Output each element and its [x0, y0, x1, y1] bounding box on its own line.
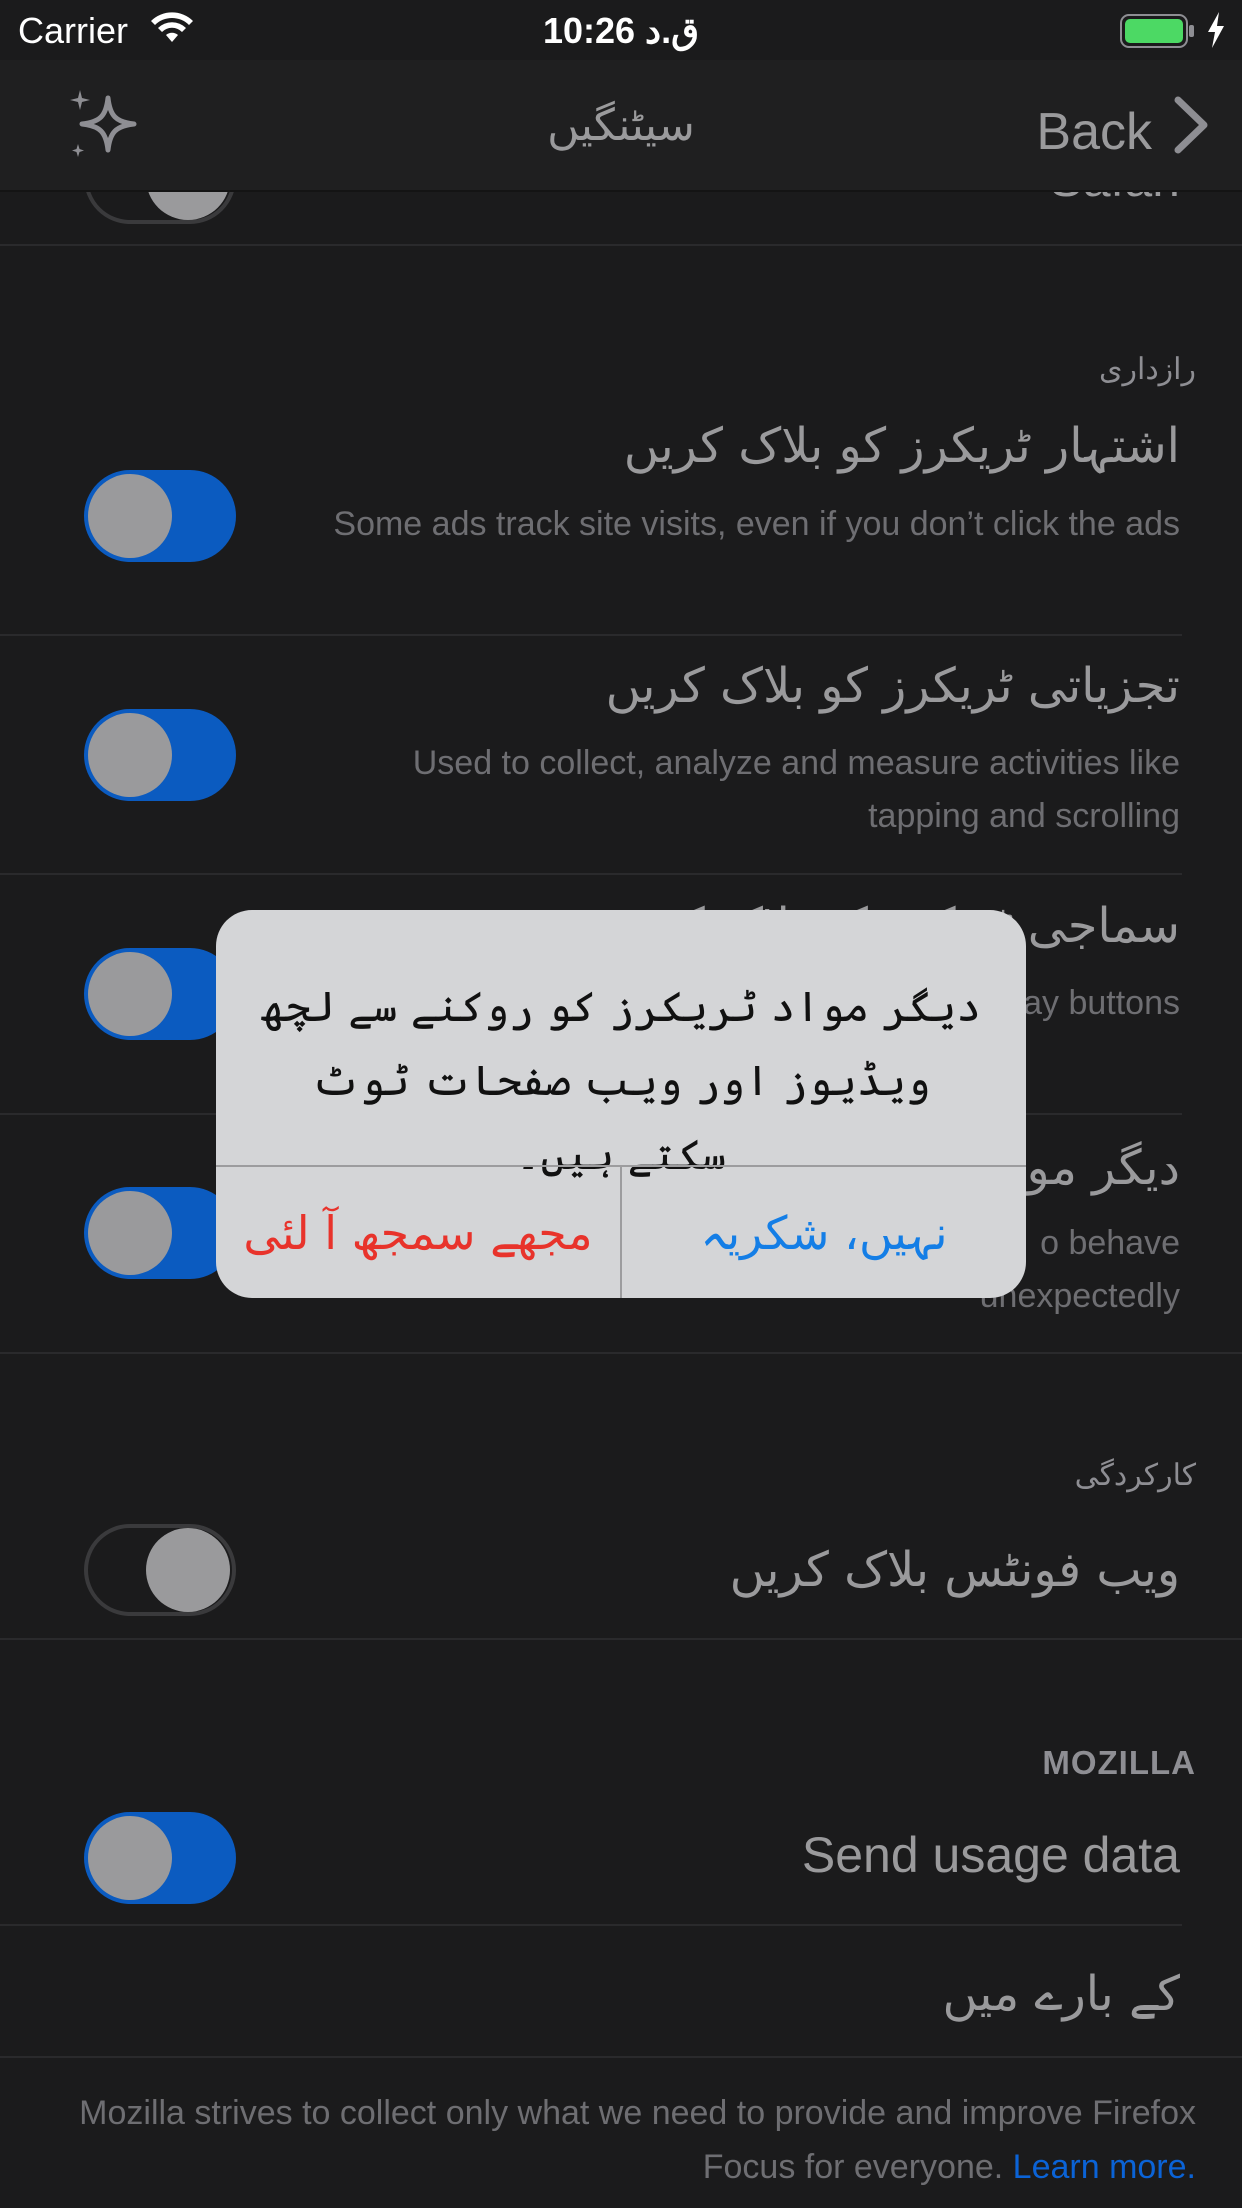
- block-analytics-trackers-title: تجزیاتی ٹریکرز کو بلاک کریں: [605, 658, 1180, 714]
- block-web-fonts-title: ویب فونٹس بلاک کریں: [729, 1542, 1180, 1598]
- alert-dialog: دیگر مواد ٹریکرز کو روکنے سے لچھ ویڈیوز …: [216, 910, 1026, 1298]
- back-label: Back: [1036, 102, 1152, 161]
- understand-button[interactable]: مجھے سمجھ آ لئی: [216, 1167, 620, 1298]
- block-analytics-trackers-subtitle: Used to collect, analyze and measure act…: [412, 744, 1180, 835]
- block-ad-trackers-title: اشتہار ٹریکرز کو بلاک کریں: [623, 418, 1180, 474]
- battery-icon: [1120, 14, 1196, 57]
- toggle-knob: [88, 713, 172, 797]
- alert-message: دیگر مواد ٹریکرز کو روکنے سے لچھ ویڈیوز …: [261, 982, 981, 1179]
- toggle-knob: [88, 952, 172, 1036]
- block-ad-trackers-toggle[interactable]: [84, 470, 236, 562]
- divider: [0, 1924, 1182, 1926]
- toggle-knob: [146, 1528, 230, 1612]
- navigation-bar: سیٹنگیں Back: [0, 60, 1242, 192]
- divider: [0, 244, 1242, 246]
- divider: [0, 873, 1182, 875]
- back-button[interactable]: Back: [1036, 96, 1208, 167]
- toggle-knob: [88, 1816, 172, 1900]
- send-usage-data-title: Send usage data: [801, 1827, 1180, 1883]
- mozilla-footer: Mozilla strives to collect only what we …: [40, 2086, 1196, 2194]
- status-time: 10:26 ق.د: [542, 10, 700, 51]
- learn-more-link[interactable]: Learn more.: [1013, 2148, 1196, 2186]
- toggle-knob: [88, 474, 172, 558]
- about-row[interactable]: کے بارے میں: [942, 1966, 1180, 2022]
- section-header-privacy: رازداری: [1099, 352, 1196, 387]
- divider: [0, 2056, 1242, 2058]
- status-bar: Carrier 10:26 ق.د: [0, 0, 1242, 60]
- divider: [0, 634, 1182, 636]
- charging-icon: [1206, 12, 1226, 57]
- no-thanks-button[interactable]: نہیں، شکریہ: [622, 1167, 1026, 1298]
- block-social-trackers-toggle[interactable]: [84, 948, 236, 1040]
- divider: [0, 1638, 1242, 1640]
- block-other-trackers-toggle[interactable]: [84, 1187, 236, 1279]
- block-ad-trackers-subtitle: Some ads track site visits, even if you …: [333, 505, 1180, 543]
- block-web-fonts-toggle[interactable]: [84, 1524, 236, 1616]
- block-analytics-trackers-toggle[interactable]: [84, 709, 236, 801]
- chevron-right-icon: [1174, 96, 1208, 167]
- send-usage-data-toggle[interactable]: [84, 1812, 236, 1904]
- section-header-mozilla: MOZILLA: [1042, 1744, 1196, 1781]
- divider: [0, 1352, 1242, 1354]
- toggle-knob: [88, 1191, 172, 1275]
- settings-screen: Carrier 10:26 ق.د Safari: [0, 0, 1242, 2208]
- section-header-performance: کارکردگی: [1074, 1458, 1196, 1493]
